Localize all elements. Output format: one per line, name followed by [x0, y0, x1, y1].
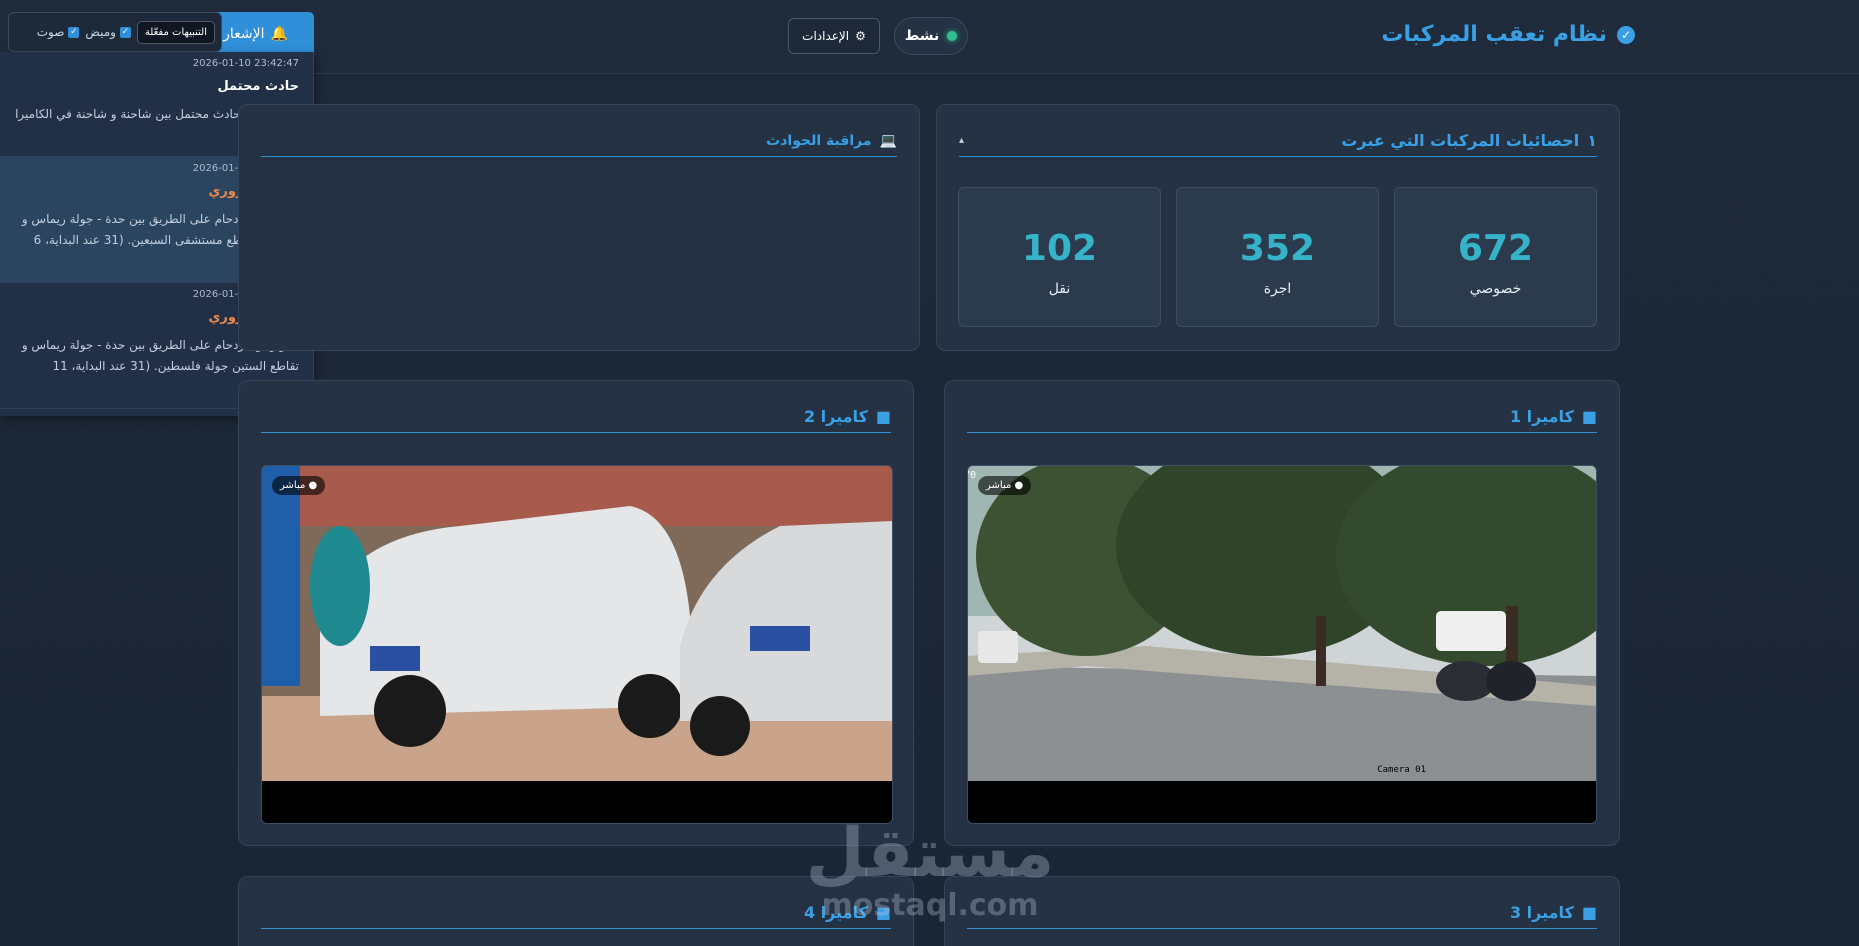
stat-taxi: 352 اجرة [1176, 187, 1379, 327]
notification-title: حادث محتمل [217, 79, 299, 94]
sound-toggle[interactable]: ✓ صوت [37, 25, 80, 39]
status-dot-icon [947, 31, 958, 41]
flash-label: وميض [85, 25, 116, 39]
accidents-card: 💻 مراقبة الحوادث [238, 104, 920, 351]
video-camera-icon: ■ [1581, 407, 1597, 426]
status-label: نشط [904, 28, 940, 44]
camera-2-header: ■ كاميرا 2 [261, 401, 891, 433]
app-title: نظام تعقب المركبات [1381, 22, 1607, 47]
flash-checkbox[interactable]: ✓ [119, 26, 131, 38]
alerts-enabled-chip[interactable]: التنبيهات مفعّلة [136, 20, 215, 44]
camera-2-card: ■ كاميرا 2 ● مباشر [238, 380, 914, 846]
stats-card-header: ١ احصائيات المركبات التي عبرت ▴ [959, 125, 1597, 157]
feed-camera-label: Camera 01 [1377, 765, 1426, 775]
watermark-arabic: مستقل [805, 814, 1055, 893]
camera-1-header: ■ كاميرا 1 [967, 401, 1597, 433]
status-badge: نشط [894, 17, 968, 55]
camera-2-title: كاميرا 2 [803, 407, 868, 426]
accidents-card-header: 💻 مراقبة الحوادث [261, 125, 897, 157]
flash-toggle[interactable]: ✓ وميض [85, 25, 131, 39]
laptop-icon: 💻 [879, 132, 897, 149]
camera-3-title: كاميرا 3 [1509, 903, 1574, 922]
stat-value: 102 [1021, 228, 1098, 269]
stat-transport: 102 نقل [958, 187, 1161, 327]
camera-4-header: ■ كاميرا 4 [261, 897, 891, 929]
settings-button[interactable]: ⚙ الإعدادات [788, 18, 880, 54]
stat-label: نقل [1048, 281, 1071, 297]
stat-value: 352 [1239, 228, 1316, 269]
camera-1-title: كاميرا 1 [1509, 407, 1574, 426]
camera-1-card: ■ كاميرا 1 01-01-1970 Thu 01:08:09 Camer… [944, 380, 1620, 846]
notifications-button[interactable]: 🔔 الإشعارات [206, 12, 314, 56]
accidents-title: مراقبة الحوادث [766, 132, 872, 149]
stat-value: 672 [1457, 228, 1534, 269]
camera-1-feed[interactable]: 01-01-1970 Thu 01:08:09 Camera 01 ● مباش… [967, 465, 1597, 824]
stat-label: خصوصي [1469, 281, 1522, 297]
notification-toggles: ✓ صوت ✓ وميض التنبيهات مفعّلة [8, 12, 222, 52]
live-label: مباشر [986, 480, 1012, 491]
verified-check-icon: ✓ [1617, 25, 1635, 44]
sound-label: صوت [36, 25, 65, 39]
live-badge: ● مباشر [978, 476, 1032, 495]
camera-3-header: ■ كاميرا 3 [967, 897, 1597, 929]
parking-scene-image [262, 466, 892, 823]
stats-title: احصائيات المركبات التي عبرت [1341, 131, 1580, 150]
video-camera-icon: ■ [1581, 903, 1597, 922]
video-camera-icon: ■ [875, 407, 891, 426]
settings-label: الإعدادات [802, 29, 850, 43]
watermark-logo: مستقل mostaql.com [800, 814, 1060, 924]
street-scene-image: 01-01-1970 Thu 01:08:09 Camera 01 [967, 466, 1596, 823]
live-label: مباشر [280, 480, 306, 491]
bell-icon: 🔔 [270, 26, 288, 42]
sound-checkbox[interactable]: ✓ [68, 26, 80, 38]
notification-time: 2026-01-10 23:42:47 [192, 58, 299, 69]
collapse-caret-icon[interactable]: ▴ [959, 135, 964, 146]
watermark-latin: mostaql.com [821, 888, 1039, 923]
camera-2-feed[interactable]: ● مباشر [261, 465, 893, 824]
app-brand: ✓ نظام تعقب المركبات [1381, 22, 1635, 47]
stat-label: اجرة [1263, 281, 1292, 297]
stats-index: ١ [1587, 131, 1597, 150]
stat-private: 672 خصوصي [1394, 187, 1597, 327]
gear-icon: ⚙ [855, 29, 866, 43]
live-badge: ● مباشر [272, 476, 326, 495]
feed-timestamp: 01-01-1970 Thu 01:08:09 [967, 470, 976, 481]
